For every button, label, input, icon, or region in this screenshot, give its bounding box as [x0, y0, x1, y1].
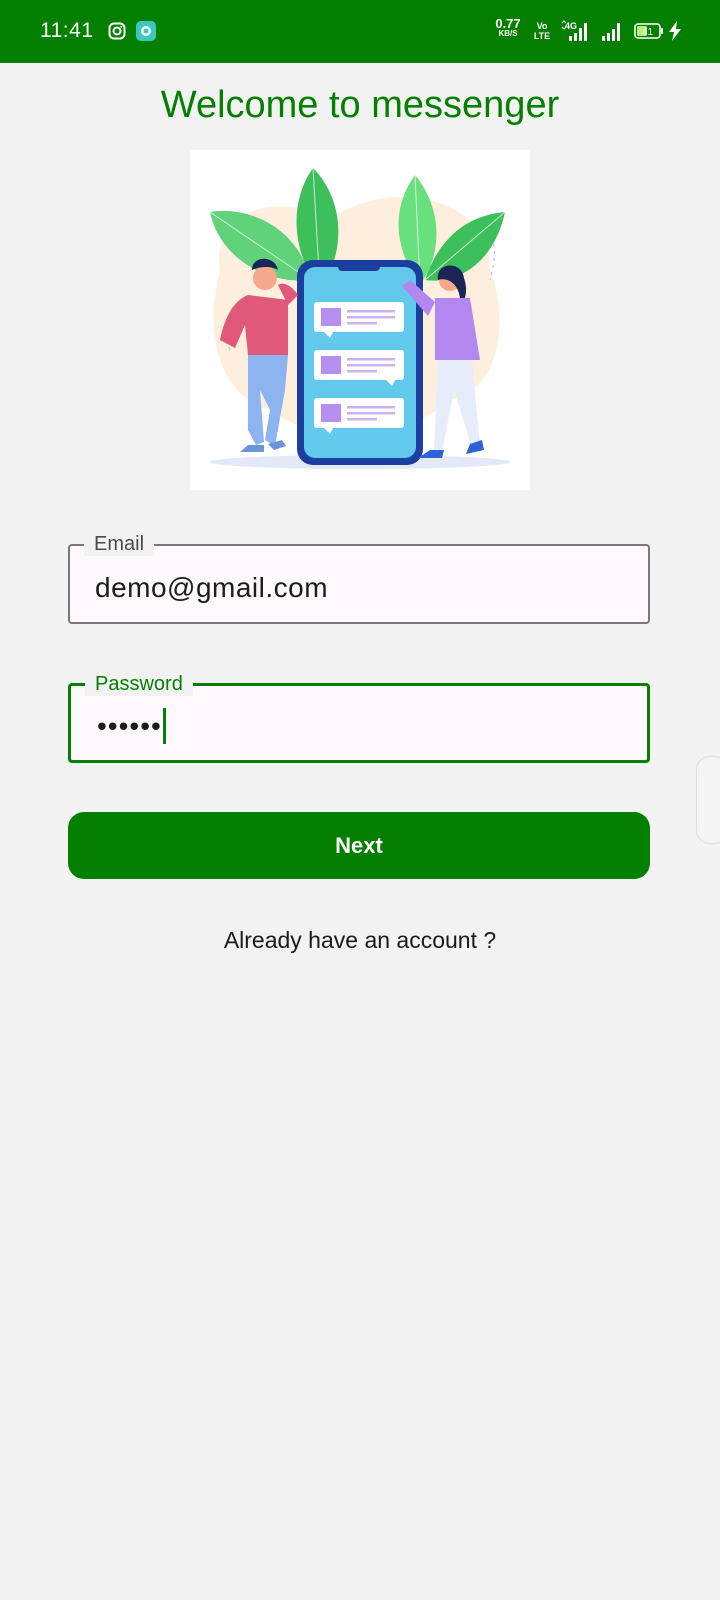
signal-icon: 4G: [561, 20, 587, 41]
password-dots: ••••••: [97, 710, 162, 742]
email-label: Email: [84, 532, 155, 556]
chat-illustration-image: [209, 167, 510, 469]
text-cursor: [162, 708, 166, 744]
chat-app-icon: [136, 21, 156, 41]
battery-icon: 41: [634, 23, 663, 39]
password-field[interactable]: Password ••••••: [68, 672, 650, 763]
charging-icon: [669, 21, 681, 41]
page-title: Welcome to messenger: [160, 84, 560, 126]
signal-icon-2: [602, 23, 620, 41]
password-input[interactable]: ••••••: [97, 708, 166, 746]
network-speed: 0.77 KB/S: [495, 16, 521, 38]
messenger-illustration: [190, 150, 530, 490]
network-type-label: 4G: [565, 21, 577, 31]
next-button[interactable]: Next: [68, 812, 650, 879]
edge-panel-handle[interactable]: [696, 756, 720, 844]
status-bar: 11:41 0.77 KB/S Vo LTE 4G 41: [0, 0, 720, 63]
instagram-icon: [108, 22, 126, 40]
email-input[interactable]: demo@gmail.com: [95, 572, 328, 604]
battery-level: 41: [642, 27, 654, 38]
volte-indicator: Vo LTE: [533, 21, 551, 41]
email-field[interactable]: Email demo@gmail.com: [68, 532, 650, 624]
password-label: Password: [85, 672, 193, 696]
already-have-account-link[interactable]: Already have an account ?: [0, 927, 720, 954]
status-time: 11:41: [40, 19, 94, 42]
